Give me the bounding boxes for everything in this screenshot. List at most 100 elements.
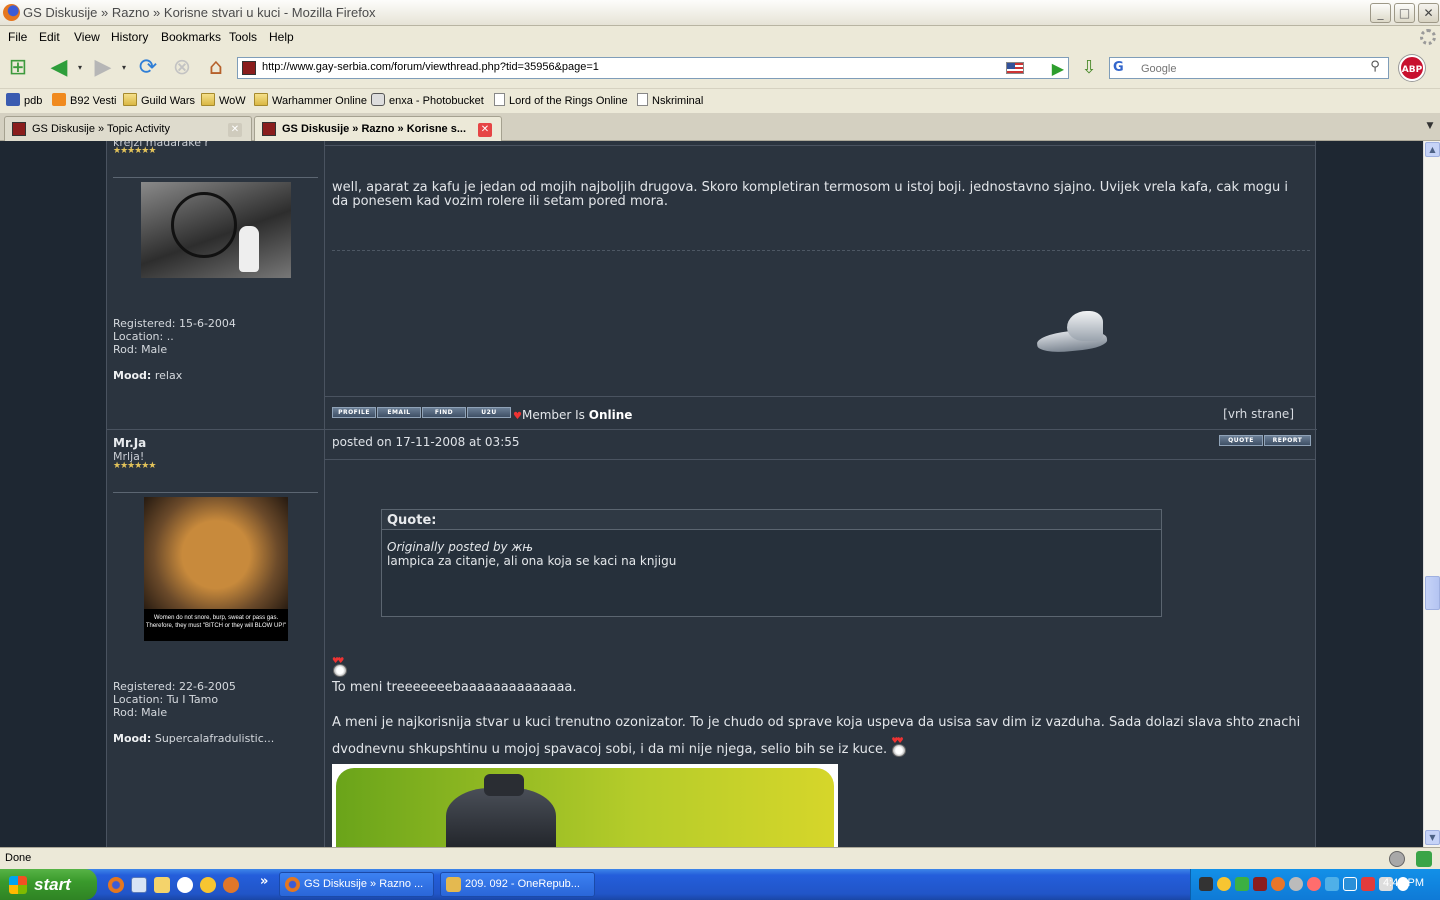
security-check-icon[interactable] bbox=[1416, 851, 1432, 867]
tab-topic-activity[interactable]: GS Diskusije » Topic Activity ✕ bbox=[4, 116, 252, 141]
save-quicklaunch-icon[interactable] bbox=[131, 877, 147, 893]
quote-button[interactable]: QUOTE bbox=[1219, 435, 1263, 446]
reload-icon[interactable]: ⟳ bbox=[135, 55, 161, 81]
start-button[interactable]: start bbox=[0, 869, 97, 900]
user-location: Location: Tu I Tamo bbox=[113, 693, 219, 706]
scroll-down-icon[interactable]: ▼ bbox=[1425, 830, 1440, 845]
profile-button[interactable]: PROFILE bbox=[332, 407, 376, 418]
u2u-button[interactable]: U2U bbox=[467, 407, 511, 418]
download-icon[interactable]: ⇩ bbox=[1076, 55, 1102, 81]
edit-quicklaunch-icon[interactable] bbox=[154, 877, 170, 893]
back-history-dropdown-icon[interactable]: ▾ bbox=[75, 55, 85, 81]
menu-edit[interactable]: Edit bbox=[39, 30, 60, 44]
pdb-icon bbox=[6, 93, 20, 106]
registered-date: Registered: 15-6-2004 bbox=[113, 317, 236, 330]
tray-device-icon[interactable] bbox=[1199, 877, 1213, 891]
bookmark-wow[interactable]: WoW bbox=[201, 93, 246, 109]
adblock-plus-icon[interactable]: ABP bbox=[1399, 55, 1425, 81]
url-bar[interactable]: http://www.gay-serbia.com/forum/viewthre… bbox=[237, 57, 1069, 79]
rank-stars: ★★★★★★ bbox=[113, 461, 156, 471]
close-tab-icon[interactable]: ✕ bbox=[478, 123, 492, 137]
game-quicklaunch-icon[interactable] bbox=[223, 877, 239, 893]
user-avatar[interactable]: Women do not snore, burp, sweat or pass … bbox=[144, 497, 288, 641]
report-button[interactable]: REPORT bbox=[1264, 435, 1311, 446]
tray-app-icon[interactable] bbox=[1289, 877, 1303, 891]
post-author-panel: krejzi madarake r ★★★★★★ Registered: 15-… bbox=[107, 141, 325, 429]
vertical-scrollbar[interactable]: ▲ ▼ bbox=[1423, 141, 1440, 847]
heart-icon: ♥ bbox=[513, 411, 522, 422]
post-message-line: To meni treeeeeeebaaaaaaaaaaaaaa. bbox=[332, 680, 577, 695]
search-bar[interactable]: G ⚲ bbox=[1109, 57, 1389, 79]
firefox-quicklaunch-icon[interactable] bbox=[108, 877, 124, 893]
url-text[interactable]: http://www.gay-serbia.com/forum/viewthre… bbox=[262, 61, 599, 73]
post-message: well, aparat za kafu je jedan od mojih n… bbox=[332, 180, 1288, 209]
menu-file[interactable]: File bbox=[8, 30, 27, 44]
taskbar-firefox-window[interactable]: GS Diskusije » Razno ... bbox=[279, 872, 434, 897]
bluetooth-icon[interactable] bbox=[1343, 877, 1357, 891]
quicklaunch-expand-icon[interactable]: » bbox=[260, 874, 268, 889]
bookmark-b92-vesti[interactable]: B92 Vesti bbox=[52, 93, 116, 109]
divider bbox=[113, 492, 318, 493]
quote-block: Quote: Originally posted by жњ lampica z… bbox=[381, 509, 1162, 617]
username[interactable]: Mr.Ja bbox=[113, 436, 146, 450]
firebug-icon[interactable] bbox=[1389, 851, 1405, 867]
home-icon[interactable]: ⌂ bbox=[203, 55, 229, 81]
go-arrow-icon[interactable]: ▶ bbox=[1052, 59, 1064, 78]
back-to-top-link[interactable]: [vrh strane] bbox=[1223, 407, 1294, 421]
tray-messenger-icon[interactable] bbox=[1217, 877, 1231, 891]
registered-date: Registered: 22-6-2005 bbox=[113, 680, 236, 693]
user-gender: Rod: Male bbox=[113, 343, 168, 356]
new-tab-icon[interactable]: ⊞ bbox=[5, 55, 31, 81]
tray-app-icon[interactable] bbox=[1235, 877, 1249, 891]
page-viewport: krejzi madarake r ★★★★★★ Registered: 15-… bbox=[0, 141, 1423, 847]
quote-header: Quote: bbox=[382, 510, 1161, 530]
tray-app-icon[interactable] bbox=[1307, 877, 1321, 891]
us-flag-icon[interactable] bbox=[1006, 62, 1024, 74]
taskbar-media-window[interactable]: 209. 092 - OneRepub... bbox=[440, 872, 595, 897]
user-avatar[interactable] bbox=[141, 182, 291, 278]
tray-app-icon[interactable] bbox=[1325, 877, 1339, 891]
tray-app-icon[interactable] bbox=[1271, 877, 1285, 891]
forward-history-dropdown-icon[interactable]: ▾ bbox=[119, 55, 129, 81]
site-favicon-icon bbox=[242, 61, 256, 75]
tray-security-icon[interactable] bbox=[1361, 877, 1375, 891]
close-tab-icon[interactable]: ✕ bbox=[228, 123, 242, 137]
bird-wing bbox=[1067, 311, 1103, 341]
messenger-quicklaunch-icon[interactable] bbox=[200, 877, 216, 893]
page-icon bbox=[494, 93, 505, 106]
bookmark-nskriminal[interactable]: Nskriminal bbox=[637, 93, 703, 109]
status-text: Done bbox=[5, 852, 32, 864]
clock: 4:43 PM bbox=[1383, 877, 1424, 889]
tray-app-icon[interactable] bbox=[1253, 877, 1267, 891]
email-button[interactable]: EMAIL bbox=[377, 407, 421, 418]
bookmark-guild-wars[interactable]: Guild Wars bbox=[123, 93, 195, 109]
maximize-button[interactable]: □ bbox=[1394, 3, 1415, 23]
menu-bookmarks[interactable]: Bookmarks bbox=[161, 30, 221, 44]
forward-button[interactable]: ▶ bbox=[90, 55, 116, 81]
back-button[interactable]: ◀ bbox=[44, 55, 74, 81]
menu-tools[interactable]: Tools bbox=[229, 30, 257, 44]
scroll-up-icon[interactable]: ▲ bbox=[1425, 142, 1440, 157]
close-button[interactable]: ✕ bbox=[1418, 3, 1439, 23]
search-engine-google-icon[interactable]: G bbox=[1113, 60, 1137, 76]
rank-stars: ★★★★★★ bbox=[113, 146, 156, 156]
folder-icon bbox=[201, 93, 215, 106]
find-button[interactable]: FIND bbox=[422, 407, 466, 418]
tab-korisne-stvari[interactable]: GS Diskusije » Razno » Korisne s... ✕ bbox=[254, 116, 502, 142]
bookmark-photobucket[interactable]: enxa - Photobucket bbox=[371, 93, 484, 109]
search-magnifier-icon[interactable]: ⚲ bbox=[1364, 59, 1386, 77]
bookmark-lotro[interactable]: Lord of the Rings Online bbox=[494, 93, 628, 109]
quote-text: lampica za citanje, ali ona koja se kaci… bbox=[387, 554, 677, 568]
search-input[interactable] bbox=[1141, 61, 1363, 77]
menu-help[interactable]: Help bbox=[269, 30, 294, 44]
bookmark-pdb[interactable]: pdb bbox=[6, 93, 42, 109]
tab-list-dropdown-icon[interactable]: ▼ bbox=[1420, 113, 1440, 140]
minimize-button[interactable]: _ bbox=[1370, 3, 1391, 23]
scroll-thumb[interactable] bbox=[1425, 576, 1440, 610]
bookmark-warhammer-online[interactable]: Warhammer Online bbox=[254, 93, 367, 109]
menu-history[interactable]: History bbox=[111, 30, 148, 44]
stop-icon[interactable]: ⊗ bbox=[169, 55, 195, 81]
divider bbox=[325, 145, 1316, 146]
menu-view[interactable]: View bbox=[74, 30, 100, 44]
chat-quicklaunch-icon[interactable] bbox=[177, 877, 193, 893]
